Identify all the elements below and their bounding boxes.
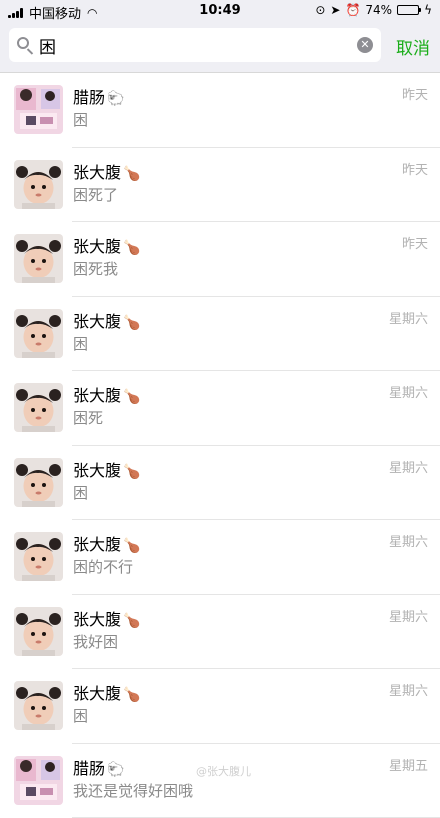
rotation-lock-icon: ⊙ (315, 3, 325, 17)
drumstick-emoji-icon: 🍗 (123, 240, 140, 256)
result-row[interactable]: 张大腹🍗我好困星期六 (0, 595, 440, 670)
status-right: ⊙ ➤ ⏰ 74% ϟ (315, 3, 432, 17)
contact-name: 腊肠🐑 (73, 755, 124, 779)
message-preview: 困 (73, 482, 88, 503)
search-header: ✕ 取消 (0, 22, 440, 73)
drumstick-emoji-icon: 🍗 (123, 389, 140, 405)
drumstick-emoji-icon: 🍗 (123, 315, 140, 331)
clear-icon[interactable]: ✕ (357, 37, 373, 53)
drumstick-emoji-icon: 🍗 (123, 538, 140, 554)
message-time: 昨天 (402, 233, 428, 252)
contact-name: 张大腹🍗 (73, 606, 140, 630)
avatar-baby-photo (14, 234, 63, 283)
avatar-baby-photo (14, 309, 63, 358)
avatar-baby-photo (14, 383, 63, 432)
message-time: 星期六 (389, 680, 428, 699)
contact-name: 张大腹🍗 (73, 382, 140, 406)
contact-name-text: 张大腹 (73, 237, 121, 256)
avatar-baby-photo (14, 681, 63, 730)
message-preview: 困的不行 (73, 556, 133, 577)
drumstick-emoji-icon: 🍗 (123, 687, 140, 703)
message-time: 星期五 (389, 755, 428, 774)
contact-name: 张大腹🍗 (73, 680, 140, 704)
result-row[interactable]: 张大腹🍗困死我昨天 (0, 222, 440, 297)
contact-name-text: 张大腹 (73, 535, 121, 554)
contact-name-text: 张大腹 (73, 312, 121, 331)
result-row[interactable]: 张大腹🍗困星期六 (0, 297, 440, 372)
drumstick-emoji-icon: 🍗 (123, 613, 140, 629)
battery-icon (397, 5, 419, 15)
message-time: 星期六 (389, 457, 428, 476)
message-time: 星期六 (389, 531, 428, 550)
message-time: 星期六 (389, 382, 428, 401)
contact-name-text: 张大腹 (73, 386, 121, 405)
contact-name-text: 张大腹 (73, 684, 121, 703)
charging-icon: ϟ (424, 3, 432, 17)
result-row[interactable]: 张大腹🍗困星期六 (0, 446, 440, 521)
search-box[interactable]: ✕ (9, 28, 381, 62)
result-row[interactable]: 张大腹🍗困死星期六 (0, 371, 440, 446)
message-preview: 困 (73, 109, 88, 130)
message-time: 星期六 (389, 308, 428, 327)
message-preview: 困 (73, 333, 88, 354)
contact-name-text: 腊肠 (73, 88, 105, 107)
contact-name: 张大腹🍗 (73, 531, 140, 555)
result-row[interactable]: 腊肠🐑我还是觉得好困哦星期五 (0, 744, 440, 818)
contact-name-text: 张大腹 (73, 461, 121, 480)
message-preview: 困死 (73, 407, 103, 428)
contact-name-text: 张大腹 (73, 610, 121, 629)
location-icon: ➤ (330, 3, 340, 17)
result-row[interactable]: 张大腹🍗困死了昨天 (0, 148, 440, 223)
avatar-baby-photo (14, 532, 63, 581)
message-time: 昨天 (402, 159, 428, 178)
watermark: @张大腹儿 (196, 763, 251, 779)
drumstick-emoji-icon: 🍗 (123, 166, 140, 182)
contact-name: 张大腹🍗 (73, 457, 140, 481)
message-preview: 困 (73, 705, 88, 726)
message-preview: 我好困 (73, 631, 118, 652)
message-preview: 困死了 (73, 184, 118, 205)
search-icon (17, 37, 29, 49)
avatar-baby-photo (14, 458, 63, 507)
search-results-list: 腊肠🐑困昨天张大腹🍗困死了昨天张大腹🍗困死我昨天张大腹🍗困星期六张大腹🍗困死星期… (0, 73, 440, 818)
result-row[interactable]: 张大腹🍗困的不行星期六 (0, 520, 440, 595)
contact-name: 张大腹🍗 (73, 233, 140, 257)
message-preview: 困死我 (73, 258, 118, 279)
result-row[interactable]: 张大腹🍗困星期六 (0, 669, 440, 744)
contact-name: 张大腹🍗 (73, 308, 140, 332)
sheep-emoji-icon: 🐑 (107, 91, 124, 107)
avatar-group-photo (14, 756, 63, 805)
sheep-emoji-icon: 🐑 (107, 762, 124, 778)
drumstick-emoji-icon: 🍗 (123, 464, 140, 480)
message-preview: 我还是觉得好困哦 (73, 780, 193, 801)
avatar-group-photo (14, 85, 63, 134)
avatar-baby-photo (14, 160, 63, 209)
avatar-baby-photo (14, 607, 63, 656)
contact-name: 张大腹🍗 (73, 159, 140, 183)
contact-name-text: 张大腹 (73, 163, 121, 182)
message-time: 昨天 (402, 84, 428, 103)
cancel-button[interactable]: 取消 (396, 34, 430, 59)
status-bar: 中国移动 ◠ 10:49 ⊙ ➤ ⏰ 74% ϟ (0, 0, 440, 22)
battery-percent: 74% (365, 3, 392, 17)
alarm-icon: ⏰ (345, 3, 360, 17)
message-time: 星期六 (389, 606, 428, 625)
result-row[interactable]: 腊肠🐑困昨天 (0, 73, 440, 148)
contact-name-text: 腊肠 (73, 759, 105, 778)
search-input[interactable] (39, 33, 339, 57)
contact-name: 腊肠🐑 (73, 84, 124, 108)
